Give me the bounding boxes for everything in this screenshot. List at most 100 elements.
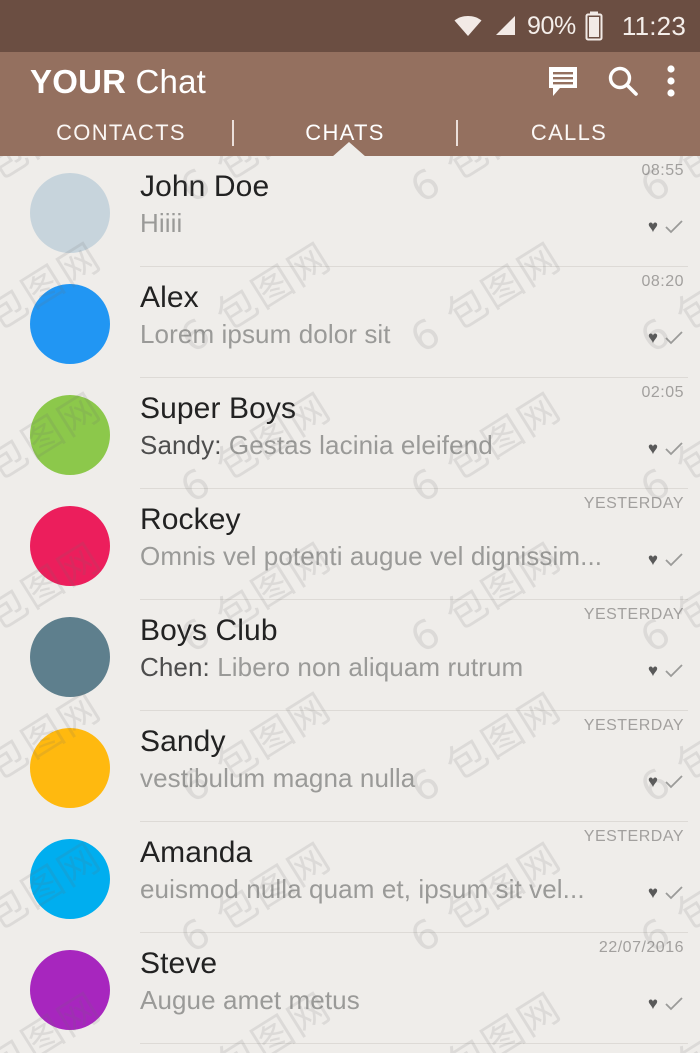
chat-preview: vestibulum magna nulla bbox=[140, 762, 684, 795]
chat-timestamp: 02:05 bbox=[641, 384, 684, 401]
chat-status-icons: ♥ bbox=[648, 662, 683, 679]
chat-status-icons: ♥ bbox=[648, 440, 683, 457]
heart-icon: ♥ bbox=[647, 661, 658, 681]
check-icon bbox=[665, 774, 683, 789]
avatar[interactable] bbox=[30, 617, 110, 697]
avatar-wrapper bbox=[0, 378, 140, 475]
status-clock: 11:23 bbox=[621, 10, 686, 41]
signal-icon bbox=[492, 14, 518, 38]
chat-row-body: John Doe Hiiii 08:55 ♥ bbox=[140, 156, 700, 239]
active-tab-indicator-arrow bbox=[332, 142, 366, 157]
heart-icon: ♥ bbox=[647, 328, 658, 348]
app-title: YOUR Chat bbox=[30, 65, 546, 98]
chat-status-icons: ♥ bbox=[648, 218, 683, 235]
check-icon bbox=[665, 885, 683, 900]
avatar[interactable] bbox=[30, 395, 110, 475]
avatar[interactable] bbox=[30, 728, 110, 808]
app-title-bold: YOUR bbox=[30, 62, 127, 100]
chat-row[interactable]: Super Boys Sandy: Gestas lacinia eleifend… bbox=[0, 378, 700, 489]
chat-preview-text: vestibulum magna nulla bbox=[140, 762, 416, 793]
chat-row[interactable]: Sandy vestibulum magna nulla YESTERDAY ♥ bbox=[0, 711, 700, 822]
chat-row-body: Boys Club Chen: Libero non aliquam rutrum… bbox=[140, 600, 700, 683]
chat-preview: Chen: Libero non aliquam rutrum bbox=[140, 651, 684, 684]
row-divider bbox=[140, 1043, 688, 1044]
check-icon bbox=[665, 552, 683, 567]
tab-calls[interactable]: CALLS bbox=[458, 120, 680, 146]
search-icon[interactable] bbox=[606, 64, 640, 98]
battery-icon bbox=[585, 11, 603, 41]
chat-name: Alex bbox=[140, 281, 199, 314]
chat-preview-text: Omnis vel potenti augue vel dignissim... bbox=[140, 540, 603, 571]
avatar-wrapper bbox=[0, 267, 140, 364]
chat-preview-text: Libero non aliquam rutrum bbox=[217, 651, 524, 682]
chat-row-body: Amanda euismod nulla quam et, ipsum sit v… bbox=[140, 822, 700, 905]
app-bar: YOUR Chat CONTACTS CHATS CALLS bbox=[0, 52, 700, 157]
chat-timestamp: YESTERDAY bbox=[583, 495, 684, 512]
avatar[interactable] bbox=[30, 284, 110, 364]
app-title-light: Chat bbox=[126, 62, 207, 100]
avatar-wrapper bbox=[0, 489, 140, 586]
avatar[interactable] bbox=[30, 950, 110, 1030]
heart-icon: ♥ bbox=[647, 217, 658, 237]
chat-row-body: Sandy vestibulum magna nulla YESTERDAY ♥ bbox=[140, 711, 700, 794]
chat-status-icons: ♥ bbox=[648, 995, 683, 1012]
avatar-wrapper bbox=[0, 822, 140, 919]
chat-preview-sender: Chen: bbox=[140, 651, 218, 682]
chat-preview-text: Lorem ipsum dolor sit bbox=[140, 318, 391, 349]
check-icon bbox=[665, 330, 683, 345]
heart-icon: ♥ bbox=[647, 772, 658, 792]
tab-bar: CONTACTS CHATS CALLS bbox=[0, 110, 700, 157]
app-bar-top-row: YOUR Chat bbox=[0, 52, 700, 110]
chat-status-icons: ♥ bbox=[648, 773, 683, 790]
chat-preview-text: Hiiii bbox=[140, 207, 183, 238]
avatar[interactable] bbox=[30, 173, 110, 253]
avatar-wrapper bbox=[0, 600, 140, 697]
chat-preview-sender: Sandy: bbox=[140, 429, 229, 460]
check-icon bbox=[665, 663, 683, 678]
avatar[interactable] bbox=[30, 506, 110, 586]
wifi-icon bbox=[453, 14, 483, 38]
heart-icon: ♥ bbox=[647, 994, 658, 1014]
chat-preview-text: Augue amet metus bbox=[140, 984, 360, 1015]
chat-status-icons: ♥ bbox=[648, 329, 683, 346]
chat-status-icons: ♥ bbox=[648, 884, 683, 901]
chat-preview-text: Gestas lacinia eleifend bbox=[228, 429, 493, 460]
overflow-menu-icon[interactable] bbox=[666, 64, 676, 98]
chat-row-body: Alex Lorem ipsum dolor sit 08:20 ♥ bbox=[140, 267, 700, 350]
chat-row-body: Rockey Omnis vel potenti augue vel dignis… bbox=[140, 489, 700, 572]
chat-timestamp: YESTERDAY bbox=[583, 717, 684, 734]
chat-preview: Hiiii bbox=[140, 207, 684, 240]
chat-row[interactable]: Alex Lorem ipsum dolor sit 08:20 ♥ bbox=[0, 267, 700, 378]
chat-timestamp: 08:20 bbox=[641, 273, 684, 290]
chat-timestamp: 08:55 bbox=[641, 162, 684, 179]
chat-row-body: Super Boys Sandy: Gestas lacinia eleifend… bbox=[140, 378, 700, 461]
check-icon bbox=[665, 441, 683, 456]
chat-timestamp: YESTERDAY bbox=[583, 606, 684, 623]
new-message-icon[interactable] bbox=[546, 64, 580, 98]
chat-list[interactable]: John Doe Hiiii 08:55 ♥ Alex Lorem ipsum dolor… bbox=[0, 156, 700, 1053]
avatar-wrapper bbox=[0, 933, 140, 1030]
chat-row[interactable]: Rockey Omnis vel potenti augue vel dignis… bbox=[0, 489, 700, 600]
avatar[interactable] bbox=[30, 839, 110, 919]
chat-row[interactable]: Boys Club Chen: Libero non aliquam rutrum… bbox=[0, 600, 700, 711]
app-bar-actions bbox=[546, 64, 676, 98]
chat-preview: Omnis vel potenti augue vel dignissim... bbox=[140, 540, 684, 573]
chat-name: Super Boys bbox=[140, 392, 297, 425]
battery-percent-label: 90% bbox=[527, 11, 576, 40]
chat-row[interactable]: John Doe Hiiii 08:55 ♥ bbox=[0, 156, 700, 267]
chat-status-icons: ♥ bbox=[648, 551, 683, 568]
chat-preview: Lorem ipsum dolor sit bbox=[140, 318, 684, 351]
chat-preview: Sandy: Gestas lacinia eleifend bbox=[140, 429, 684, 462]
heart-icon: ♥ bbox=[647, 883, 658, 903]
avatar-wrapper bbox=[0, 156, 140, 253]
chat-row[interactable]: Steve Augue amet metus 22/07/2016 ♥ bbox=[0, 933, 700, 1044]
status-bar: 90% 11:23 bbox=[0, 0, 700, 52]
tab-contacts[interactable]: CONTACTS bbox=[10, 120, 232, 146]
chat-row-body: Steve Augue amet metus 22/07/2016 ♥ bbox=[140, 933, 700, 1016]
avatar-wrapper bbox=[0, 711, 140, 808]
check-icon bbox=[665, 219, 683, 234]
chat-row[interactable]: Amanda euismod nulla quam et, ipsum sit v… bbox=[0, 822, 700, 933]
heart-icon: ♥ bbox=[647, 439, 658, 459]
chat-preview: euismod nulla quam et, ipsum sit vel... bbox=[140, 873, 684, 906]
chat-timestamp: YESTERDAY bbox=[583, 828, 684, 845]
